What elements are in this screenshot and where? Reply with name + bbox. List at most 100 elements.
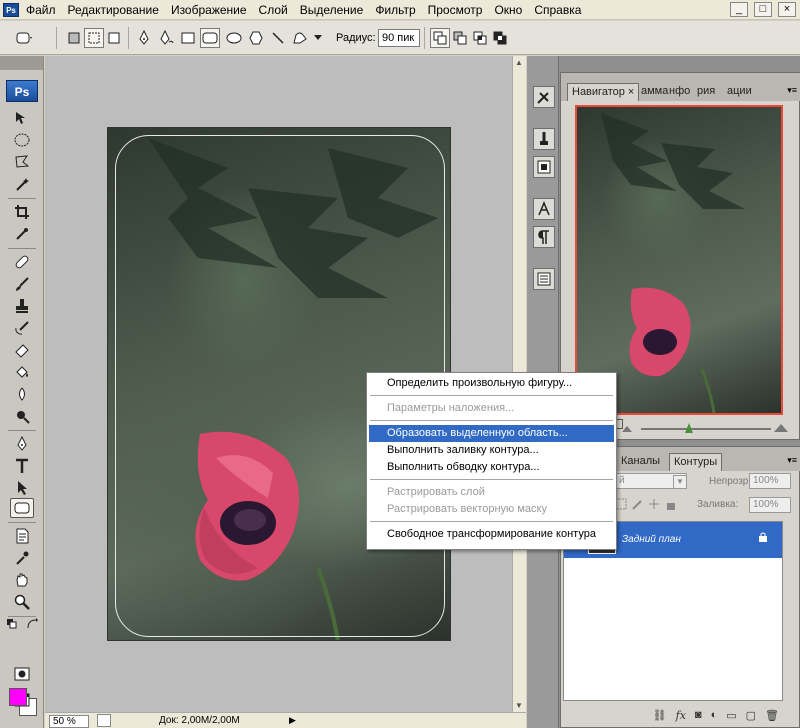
rounded-rectangle-tool[interactable] (10, 498, 34, 518)
zoom-out-mountain-icon[interactable] (621, 423, 637, 433)
rounded-rectangle-tool-button[interactable] (200, 28, 220, 48)
character-panel-button[interactable] (533, 198, 555, 220)
mask-icon[interactable]: ◙ (695, 709, 702, 721)
fx-icon[interactable]: fx (676, 709, 686, 722)
eraser-tool[interactable] (10, 340, 34, 360)
menu-edit[interactable]: Редактирование (68, 3, 159, 17)
custom-shape-tool-button[interactable] (290, 28, 310, 48)
line-tool-button[interactable] (268, 28, 288, 48)
close-button[interactable]: × (778, 2, 796, 17)
shape-layers-button[interactable] (64, 28, 84, 48)
menu-item-stroke-path[interactable]: Выполнить обводку контура... (369, 459, 614, 476)
marquee-tool[interactable] (10, 130, 34, 150)
scroll-up-icon[interactable]: ▲ (515, 58, 523, 67)
swap-colors-button[interactable] (26, 614, 38, 634)
menu-file[interactable]: Файл (26, 3, 56, 17)
blur-tool[interactable] (10, 384, 34, 404)
geometry-options-dropdown[interactable] (312, 28, 324, 48)
move-tool[interactable] (10, 108, 34, 128)
clone-stamp-tool[interactable] (10, 296, 34, 316)
status-menu-button[interactable] (97, 714, 111, 727)
pen-tool-button[interactable] (134, 28, 154, 48)
history-brush-tool[interactable] (10, 318, 34, 338)
status-arrow-icon[interactable]: ▶ (289, 715, 296, 726)
menu-filter[interactable]: Фильтр (375, 3, 415, 17)
navigator-preview[interactable] (575, 105, 783, 415)
fill-field[interactable]: 100% (749, 497, 791, 513)
app-icon[interactable]: Ps (3, 3, 19, 17)
tab-paths[interactable]: Контуры (669, 453, 723, 471)
link-icon[interactable]: ⛓ (653, 709, 667, 722)
tab-actions[interactable]: ации (723, 83, 756, 101)
menu-layer[interactable]: Слой (259, 3, 288, 17)
toolbox-grip[interactable] (0, 56, 43, 70)
magic-wand-tool[interactable] (10, 174, 34, 194)
blend-mode-dropdown-icon[interactable]: ▼ (673, 475, 687, 489)
menu-item-make-selection[interactable]: Образовать выделенную область... (369, 425, 614, 442)
menu-item-free-transform-path[interactable]: Свободное трансформирование контура (369, 526, 614, 543)
lock-icons[interactable] (615, 497, 695, 513)
fill-pixels-button[interactable] (104, 28, 124, 48)
foreground-color-swatch[interactable] (9, 688, 27, 706)
tool-preset-picker[interactable] (14, 28, 34, 48)
folder-icon[interactable]: ▭ (726, 709, 736, 722)
menu-select[interactable]: Выделение (300, 3, 364, 17)
adjustment-icon[interactable]: ◐ (711, 709, 718, 721)
radius-input[interactable]: 90 пик (378, 29, 420, 47)
polygon-tool-button[interactable] (246, 28, 266, 48)
tab-info[interactable]: нфо (665, 83, 694, 101)
subtract-shape-area-button[interactable] (450, 28, 470, 48)
rectangle-tool-button[interactable] (178, 28, 198, 48)
opacity-field[interactable]: 100% (749, 473, 791, 489)
zoom-tool[interactable] (10, 592, 34, 612)
slice-tool[interactable] (10, 224, 34, 244)
menu-view[interactable]: Просмотр (428, 3, 483, 17)
radius-label: Радиус: (336, 32, 376, 44)
pen-tool[interactable] (10, 434, 34, 454)
add-to-shape-area-button[interactable] (430, 28, 450, 48)
layer-comps-panel-button[interactable] (533, 268, 555, 290)
brush-tool[interactable] (10, 274, 34, 294)
paint-bucket-tool[interactable] (10, 362, 34, 382)
menu-item-define-custom-shape[interactable]: Определить произвольную фигуру... (369, 375, 614, 392)
tab-navigator[interactable]: Навигатор × (567, 83, 640, 101)
minimize-button[interactable]: _ (730, 2, 748, 17)
intersect-shape-area-button[interactable] (470, 28, 490, 48)
exclude-shape-area-button[interactable] (490, 28, 510, 48)
quick-mask-button[interactable] (10, 664, 34, 684)
tab-history[interactable]: рия (693, 83, 719, 101)
paragraph-panel-button[interactable] (533, 226, 555, 248)
clone-source-panel-button[interactable] (533, 156, 555, 178)
lasso-tool[interactable] (10, 152, 34, 172)
panel-menu-icon[interactable]: ▾≡ (787, 455, 797, 466)
eyedropper-tool[interactable] (10, 548, 34, 568)
tool-presets-panel-button[interactable] (533, 86, 555, 108)
default-colors-button[interactable] (6, 614, 18, 634)
type-tool[interactable] (10, 456, 34, 476)
freeform-pen-button[interactable] (156, 28, 176, 48)
menu-window[interactable]: Окно (494, 3, 522, 17)
hand-tool[interactable] (10, 570, 34, 590)
ellipse-tool-button[interactable] (224, 28, 244, 48)
status-bar: 50 % Док: 2,00M/2,00M ▶ (45, 712, 526, 728)
new-layer-icon[interactable]: ▢ (746, 709, 756, 722)
healing-brush-tool[interactable] (10, 252, 34, 272)
restore-button[interactable]: □ (754, 2, 772, 17)
crop-tool[interactable] (10, 202, 34, 222)
zoom-in-mountain-icon[interactable] (773, 423, 789, 433)
menu-item-fill-path[interactable]: Выполнить заливку контура... (369, 442, 614, 459)
brushes-panel-button[interactable] (533, 128, 555, 150)
path-selection-tool[interactable] (10, 478, 34, 498)
zoom-level-field[interactable]: 50 % (49, 715, 89, 728)
panel-menu-icon[interactable]: ▾≡ (787, 85, 797, 96)
notes-tool[interactable] (10, 526, 34, 546)
tab-channels[interactable]: Каналы (617, 453, 664, 471)
menu-image[interactable]: Изображение (171, 3, 247, 17)
scroll-down-icon[interactable]: ▼ (515, 701, 523, 710)
ps-logo[interactable]: Ps (6, 80, 38, 102)
dodge-tool[interactable] (10, 406, 34, 426)
menu-help[interactable]: Справка (534, 3, 581, 17)
trash-icon[interactable]: 🗑 (765, 709, 779, 722)
navigator-zoom-slider[interactable] (641, 428, 771, 430)
paths-mode-button[interactable] (84, 28, 104, 48)
